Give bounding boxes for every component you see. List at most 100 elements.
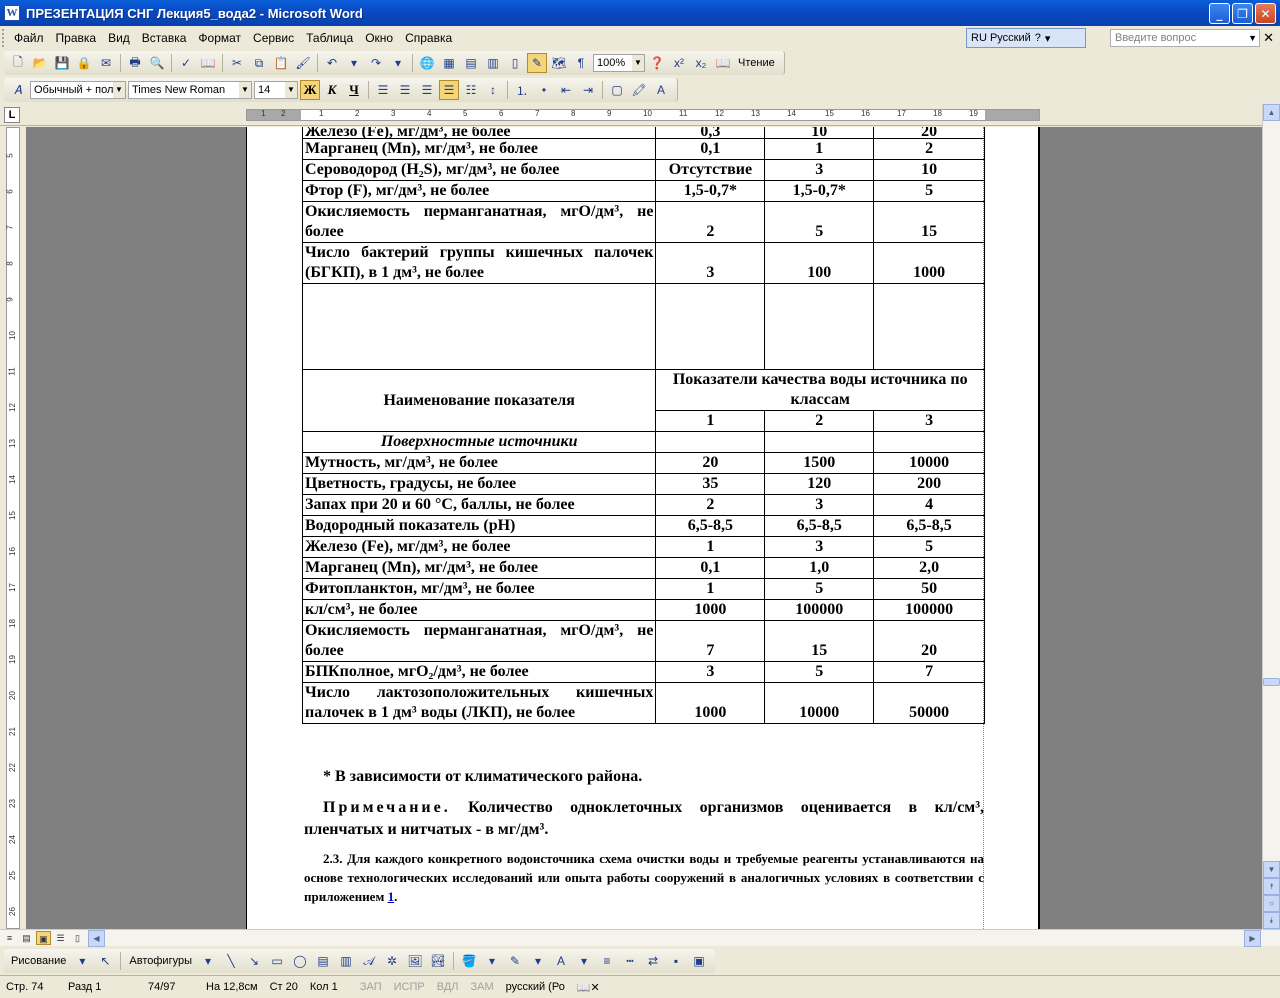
document-map-icon[interactable]: 🗺 bbox=[549, 53, 569, 73]
picture-icon[interactable]: 🏞 bbox=[428, 951, 448, 971]
paste-icon[interactable]: 📋 bbox=[271, 53, 291, 73]
font-color-icon[interactable]: A bbox=[651, 80, 671, 100]
normal-view-icon[interactable]: ≡ bbox=[2, 931, 17, 945]
rectangle-icon[interactable]: ▭ bbox=[267, 951, 287, 971]
chevron-down-icon[interactable]: ▾ bbox=[528, 951, 548, 971]
reading-button[interactable]: Чтение bbox=[735, 57, 778, 69]
zoom-select[interactable]: 100% ▼ bbox=[593, 54, 645, 72]
diagram-icon[interactable]: ✲ bbox=[382, 951, 402, 971]
table-cell[interactable]: 3 bbox=[764, 536, 875, 558]
increase-indent-icon[interactable]: ⇥ bbox=[578, 80, 598, 100]
table-cell[interactable]: 100000 bbox=[873, 599, 985, 621]
table-cell[interactable]: 2,0 bbox=[873, 557, 985, 579]
section-2-3-paragraph[interactable]: 2.3. Для каждого конкретного водоисточни… bbox=[304, 849, 984, 906]
table-cell[interactable]: Фитопланктон, мг/дм³, не более bbox=[301, 578, 657, 600]
open-folder-icon[interactable]: 📂 bbox=[30, 53, 50, 73]
table-cell[interactable]: 35 bbox=[655, 473, 766, 495]
table-cell[interactable]: 10000 bbox=[873, 452, 985, 474]
table-cell[interactable]: 7 bbox=[655, 620, 766, 662]
superscript-icon[interactable]: x² bbox=[669, 53, 689, 73]
table-cell[interactable]: 15 bbox=[764, 620, 875, 662]
chevron-down-icon[interactable]: ▼ bbox=[1248, 30, 1257, 46]
browse-object-icon[interactable]: ○ bbox=[1263, 895, 1280, 912]
horizontal-scrollbar[interactable]: ≡ ▤ ▣ ☰ ▯ ◀ ▶ bbox=[0, 929, 1280, 947]
table-cell[interactable]: 5 bbox=[764, 578, 875, 600]
table-cell[interactable]: Фтор (F), мг/дм³, не более bbox=[301, 180, 657, 202]
table-cell[interactable]: Сероводород (H₂S), мг/дм³, не более bbox=[301, 159, 657, 181]
vertical-scrollbar[interactable]: ▲ ▼ ⯭ ○ ⯯ bbox=[1262, 104, 1280, 929]
table-cell[interactable]: 5 bbox=[873, 180, 985, 202]
help-icon[interactable]: ? bbox=[1035, 32, 1041, 44]
ruler-bar[interactable]: 1 2 1 2 3 4 5 6 7 8 9 10 11 12 13 14 15 … bbox=[246, 109, 1040, 121]
menu-edit[interactable]: Правка bbox=[50, 31, 103, 45]
chevron-down-icon[interactable]: ▾ bbox=[388, 53, 408, 73]
table-cell[interactable]: 4 bbox=[873, 494, 985, 516]
columns-icon[interactable]: ▯ bbox=[505, 53, 525, 73]
status-rec[interactable]: ЗАП bbox=[354, 981, 388, 993]
scroll-left-icon[interactable]: ◀ bbox=[88, 930, 105, 947]
table-cell[interactable]: Окисляемость перманганатная, мгО/дм³, не… bbox=[301, 620, 657, 662]
hyperlink-icon[interactable]: 🌐 bbox=[417, 53, 437, 73]
table-cell[interactable] bbox=[301, 283, 657, 370]
email-icon[interactable]: ✉ bbox=[96, 53, 116, 73]
table-cell[interactable]: 200 bbox=[873, 473, 985, 495]
drawing-icon[interactable]: ✎ bbox=[527, 53, 547, 73]
fill-color-icon[interactable]: 🪣 bbox=[459, 951, 479, 971]
autoshapes-button[interactable]: Автофигуры bbox=[126, 955, 195, 967]
table-cell[interactable]: 0,1 bbox=[655, 557, 766, 579]
table-cell[interactable]: 100 bbox=[764, 242, 875, 284]
web-view-icon[interactable]: ▤ bbox=[19, 931, 34, 945]
chevron-down-icon[interactable]: ▾ bbox=[1045, 32, 1051, 45]
menu-format[interactable]: Формат bbox=[192, 31, 247, 45]
chevron-down-icon[interactable]: ▼ bbox=[113, 82, 125, 98]
font-select[interactable]: Times New Roman ▼ bbox=[128, 81, 252, 99]
spelling-icon[interactable]: ✓ bbox=[176, 53, 196, 73]
cut-icon[interactable]: ✂ bbox=[227, 53, 247, 73]
header-group[interactable]: Показатели качества воды источника по кл… bbox=[655, 369, 985, 411]
borders-icon[interactable]: ▢ bbox=[607, 80, 627, 100]
table-cell[interactable]: 3 bbox=[655, 661, 766, 683]
table-cell[interactable]: 1 bbox=[655, 536, 766, 558]
underline-button[interactable]: Ч bbox=[344, 80, 364, 100]
table-cell[interactable]: 50000 bbox=[873, 682, 985, 724]
footnote-text[interactable]: * В зависимости от климатического района… bbox=[323, 768, 642, 786]
section-title[interactable]: Поверхностные источники bbox=[301, 431, 657, 453]
table-cell[interactable]: 20 bbox=[873, 620, 985, 662]
line-icon[interactable]: ╲ bbox=[221, 951, 241, 971]
table-cell[interactable] bbox=[873, 431, 985, 453]
dash-style-icon[interactable]: ┅ bbox=[620, 951, 640, 971]
format-painter-icon[interactable]: 🖌 bbox=[293, 53, 313, 73]
table-cell[interactable]: 6,5-8,5 bbox=[764, 515, 875, 537]
style-select[interactable]: Обычный + пол ▼ bbox=[30, 81, 126, 99]
table-cell[interactable]: 1000 bbox=[655, 682, 766, 724]
horizontal-ruler[interactable]: L 1 2 1 2 3 4 5 6 7 8 9 10 11 12 13 14 1… bbox=[0, 104, 1280, 126]
table-cell[interactable]: Железо (Fe), мг/дм³, не более bbox=[301, 536, 657, 558]
bullets-icon[interactable]: • bbox=[534, 80, 554, 100]
insert-excel-icon[interactable]: ▥ bbox=[483, 53, 503, 73]
decrease-indent-icon[interactable]: ⇤ bbox=[556, 80, 576, 100]
table-cell[interactable]: Отсутствие bbox=[655, 159, 766, 181]
remark-paragraph[interactable]: Примечание. Количество одноклеточных орг… bbox=[304, 797, 984, 841]
table-cell[interactable]: 10 bbox=[764, 127, 875, 139]
table-cell[interactable]: Марганец (Mn), мг/дм³, не более bbox=[301, 557, 657, 579]
table-cell[interactable] bbox=[764, 283, 875, 370]
print-layout-icon[interactable]: ▣ bbox=[36, 931, 51, 945]
table-cell[interactable]: 1 bbox=[764, 138, 875, 160]
table-cell[interactable]: 1000 bbox=[655, 599, 766, 621]
subscript-icon[interactable]: x₂ bbox=[691, 53, 711, 73]
status-ext[interactable]: ВДЛ bbox=[431, 981, 465, 993]
table-cell[interactable]: Цветность, градусы, не более bbox=[301, 473, 657, 495]
copy-icon[interactable]: ⧉ bbox=[249, 53, 269, 73]
table-cell[interactable]: Число бактерий группы кишечных палочек (… bbox=[301, 242, 657, 284]
table-cell[interactable]: 7 bbox=[873, 661, 985, 683]
line-style-icon[interactable]: ≡ bbox=[597, 951, 617, 971]
drawing-menu-button[interactable]: Рисование bbox=[8, 955, 69, 967]
table-cell[interactable]: Число лактозоположительных кишечных пало… bbox=[301, 682, 657, 724]
menu-table[interactable]: Таблица bbox=[300, 31, 359, 45]
justify-icon[interactable]: ☰ bbox=[439, 80, 459, 100]
table-cell[interactable]: 10 bbox=[873, 159, 985, 181]
distributed-icon[interactable]: ☷ bbox=[461, 80, 481, 100]
tables-borders-icon[interactable]: ▦ bbox=[439, 53, 459, 73]
align-right-icon[interactable]: ☰ bbox=[417, 80, 437, 100]
table-cell[interactable]: Водородный показатель (pH) bbox=[301, 515, 657, 537]
